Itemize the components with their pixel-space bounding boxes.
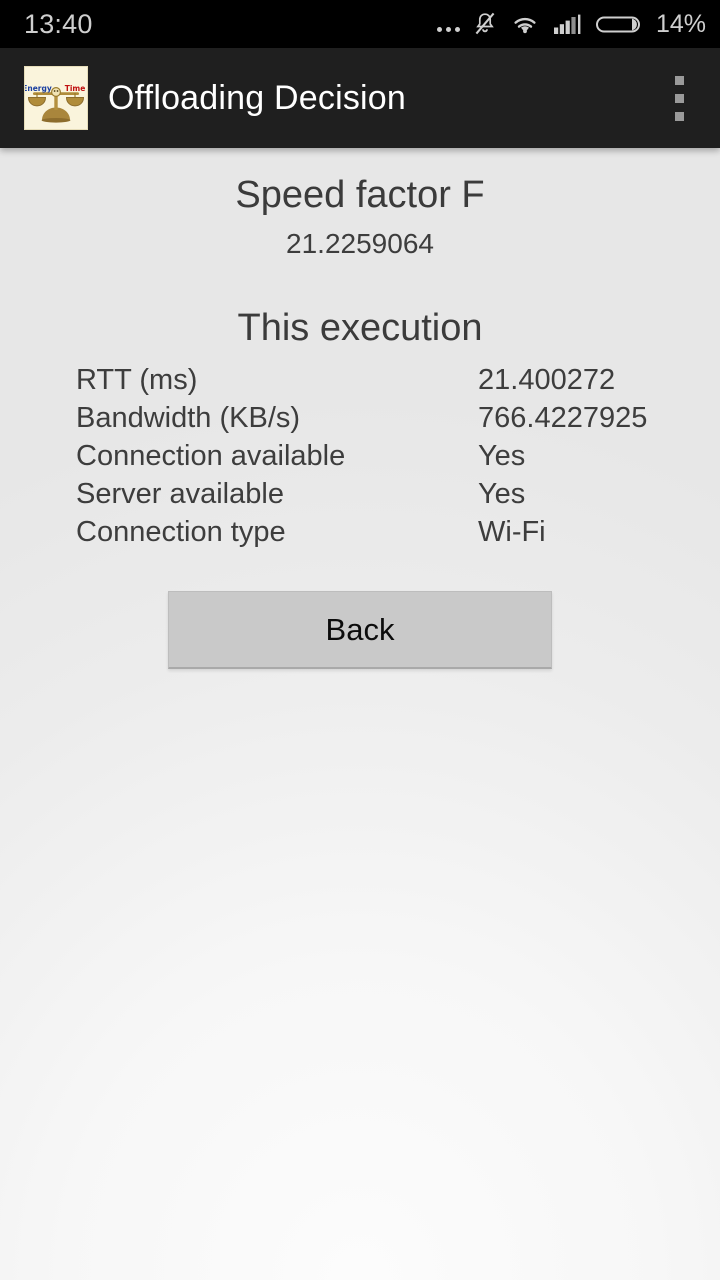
table-row: Bandwidth (KB/s) 766.4227925: [76, 402, 720, 440]
table-row: RTT (ms) 21.400272: [76, 364, 720, 402]
overflow-menu-icon[interactable]: [656, 62, 702, 134]
stat-value: Yes: [478, 478, 526, 510]
phone-screen: 13:40 14% Energy Time Offloading Decisio…: [0, 0, 720, 1280]
more-ellipsis-icon: [436, 13, 460, 35]
wifi-icon: [510, 12, 540, 36]
main-content: Speed factor F 21.2259064 This execution…: [0, 148, 720, 1280]
back-button[interactable]: Back: [168, 591, 552, 669]
app-bar: Energy Time Offloading Decision: [0, 48, 720, 148]
speed-factor-title: Speed factor F: [235, 174, 485, 216]
battery-icon: [595, 12, 642, 36]
this-execution-title: This execution: [237, 307, 483, 349]
stat-label: Connection type: [76, 516, 286, 548]
speed-factor-value: 21.2259064: [286, 228, 434, 259]
table-row: Connection type Wi-Fi: [76, 516, 720, 554]
table-row: Server available Yes: [76, 478, 720, 516]
stat-value: 21.400272: [478, 364, 616, 396]
notifications-muted-icon: [473, 11, 497, 37]
balance-scale-icon: Energy Time: [24, 66, 88, 130]
status-bar-clock: 13:40: [24, 8, 93, 39]
stat-label: Connection available: [76, 440, 346, 472]
stat-label: RTT (ms): [76, 364, 198, 396]
button-container: Back: [0, 591, 720, 669]
app-bar-title: Offloading Decision: [108, 78, 407, 117]
table-row: Connection available Yes: [76, 440, 720, 478]
stat-label: Server available: [76, 478, 284, 510]
cellular-signal-icon: [553, 12, 583, 36]
battery-percentage-label: 14%: [655, 9, 706, 38]
status-bar: 13:40 14%: [0, 0, 720, 48]
app-icon-time-label: Time: [65, 84, 86, 93]
status-bar-icons: 14%: [436, 9, 706, 39]
stat-value: 766.4227925: [478, 402, 648, 434]
stat-value: Yes: [478, 440, 526, 472]
app-icon-energy-label: Energy: [25, 84, 52, 93]
execution-stats-list: RTT (ms) 21.400272 Bandwidth (KB/s) 766.…: [0, 364, 720, 554]
stat-label: Bandwidth (KB/s): [76, 402, 301, 434]
stat-value: Wi-Fi: [478, 516, 546, 548]
